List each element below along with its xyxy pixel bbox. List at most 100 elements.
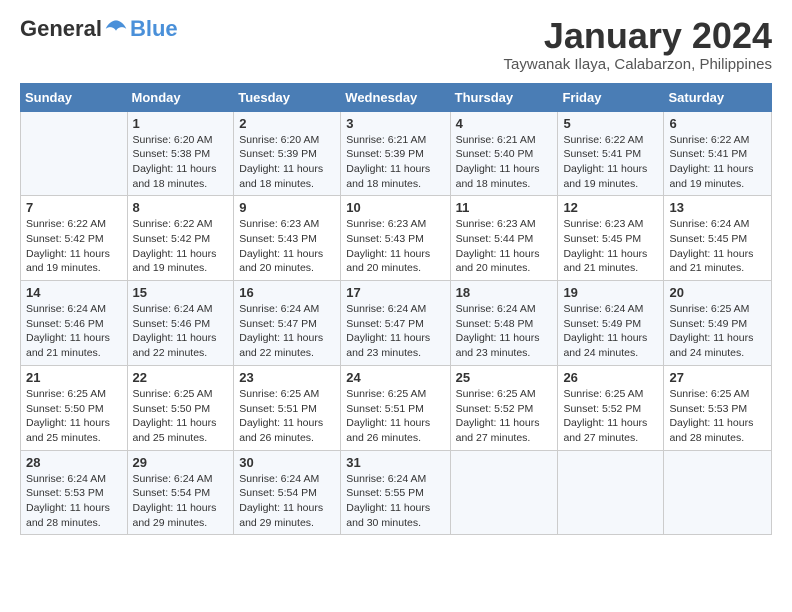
day-number: 20: [669, 285, 766, 300]
calendar-cell: 4Sunrise: 6:21 AMSunset: 5:40 PMDaylight…: [450, 111, 558, 196]
day-info: Sunrise: 6:24 AMSunset: 5:49 PMDaylight:…: [563, 302, 658, 361]
day-number: 26: [563, 370, 658, 385]
header-saturday: Saturday: [664, 83, 772, 111]
day-info: Sunrise: 6:24 AMSunset: 5:53 PMDaylight:…: [26, 472, 122, 531]
calendar-cell: 1 Sunrise: 6:20 AMSunset: 5:38 PMDaylight…: [127, 111, 234, 196]
calendar-cell: [558, 450, 664, 535]
calendar-cell: 11 Sunrise: 6:23 AMSunset: 5:44 PMDayligh…: [450, 196, 558, 281]
logo-blue: Blue: [130, 16, 178, 42]
header-tuesday: Tuesday: [234, 83, 341, 111]
calendar-cell: 26 Sunrise: 6:25 AMSunset: 5:52 PMDayligh…: [558, 365, 664, 450]
calendar-cell: 21 Sunrise: 6:25 AMSunset: 5:50 PMDayligh…: [21, 365, 128, 450]
day-number: 19: [563, 285, 658, 300]
day-info: Sunrise: 6:24 AMSunset: 5:46 PMDaylight:…: [26, 302, 122, 361]
calendar-cell: [450, 450, 558, 535]
day-info: Sunrise: 6:25 AMSunset: 5:50 PMDaylight:…: [133, 387, 229, 446]
day-info: Sunrise: 6:20 AMSunset: 5:39 PMDaylight:…: [239, 133, 335, 192]
calendar-cell: 27Sunrise: 6:25 AMSunset: 5:53 PMDayligh…: [664, 365, 772, 450]
day-number: 30: [239, 455, 335, 470]
day-number: 6: [669, 116, 766, 131]
day-number: 9: [239, 200, 335, 215]
header-sunday: Sunday: [21, 83, 128, 111]
calendar-cell: 25 Sunrise: 6:25 AMSunset: 5:52 PMDayligh…: [450, 365, 558, 450]
calendar-cell: 18 Sunrise: 6:24 AMSunset: 5:48 PMDayligh…: [450, 281, 558, 366]
day-info: Sunrise: 6:20 AMSunset: 5:38 PMDaylight:…: [133, 133, 229, 192]
day-number: 15: [133, 285, 229, 300]
day-info: Sunrise: 6:21 AMSunset: 5:39 PMDaylight:…: [346, 133, 444, 192]
calendar-cell: 24 Sunrise: 6:25 AMSunset: 5:51 PMDayligh…: [341, 365, 450, 450]
day-info: Sunrise: 6:23 AMSunset: 5:43 PMDaylight:…: [346, 217, 444, 276]
day-number: 25: [456, 370, 553, 385]
day-info: Sunrise: 6:24 AMSunset: 5:46 PMDaylight:…: [133, 302, 229, 361]
day-info: Sunrise: 6:25 AMSunset: 5:51 PMDaylight:…: [239, 387, 335, 446]
header-monday: Monday: [127, 83, 234, 111]
calendar-cell: 8 Sunrise: 6:22 AMSunset: 5:42 PMDaylight…: [127, 196, 234, 281]
day-number: 16: [239, 285, 335, 300]
calendar-cell: 28 Sunrise: 6:24 AMSunset: 5:53 PMDayligh…: [21, 450, 128, 535]
calendar-cell: [664, 450, 772, 535]
day-number: 10: [346, 200, 444, 215]
day-info: Sunrise: 6:24 AMSunset: 5:54 PMDaylight:…: [239, 472, 335, 531]
month-title: January 2024: [504, 16, 772, 56]
day-number: 31: [346, 455, 444, 470]
calendar-cell: 31 Sunrise: 6:24 AMSunset: 5:55 PMDayligh…: [341, 450, 450, 535]
day-number: 4: [456, 116, 553, 131]
day-number: 1: [133, 116, 229, 131]
day-info: Sunrise: 6:23 AMSunset: 5:43 PMDaylight:…: [239, 217, 335, 276]
day-number: 11: [456, 200, 553, 215]
day-info: Sunrise: 6:24 AMSunset: 5:48 PMDaylight:…: [456, 302, 553, 361]
day-info: Sunrise: 6:23 AMSunset: 5:44 PMDaylight:…: [456, 217, 553, 276]
title-area: January 2024 Taywanak Ilaya, Calabarzon,…: [504, 16, 772, 73]
logo-general: General: [20, 16, 102, 42]
day-number: 21: [26, 370, 122, 385]
day-number: 5: [563, 116, 658, 131]
day-number: 14: [26, 285, 122, 300]
calendar-table: SundayMondayTuesdayWednesdayThursdayFrid…: [20, 83, 772, 536]
week-row-2: 7 Sunrise: 6:22 AMSunset: 5:42 PMDaylight…: [21, 196, 772, 281]
calendar-cell: 15 Sunrise: 6:24 AMSunset: 5:46 PMDayligh…: [127, 281, 234, 366]
day-info: Sunrise: 6:25 AMSunset: 5:52 PMDaylight:…: [456, 387, 553, 446]
header-wednesday: Wednesday: [341, 83, 450, 111]
day-info: Sunrise: 6:23 AMSunset: 5:45 PMDaylight:…: [563, 217, 658, 276]
calendar-cell: 17 Sunrise: 6:24 AMSunset: 5:47 PMDayligh…: [341, 281, 450, 366]
calendar-cell: 23 Sunrise: 6:25 AMSunset: 5:51 PMDayligh…: [234, 365, 341, 450]
week-row-3: 14 Sunrise: 6:24 AMSunset: 5:46 PMDayligh…: [21, 281, 772, 366]
logo: General Blue: [20, 16, 178, 42]
day-number: 3: [346, 116, 444, 131]
logo-bird-icon: [104, 17, 128, 41]
day-info: Sunrise: 6:24 AMSunset: 5:47 PMDaylight:…: [239, 302, 335, 361]
day-number: 17: [346, 285, 444, 300]
calendar-cell: 30 Sunrise: 6:24 AMSunset: 5:54 PMDayligh…: [234, 450, 341, 535]
day-info: Sunrise: 6:24 AMSunset: 5:55 PMDaylight:…: [346, 472, 444, 531]
week-row-4: 21 Sunrise: 6:25 AMSunset: 5:50 PMDayligh…: [21, 365, 772, 450]
calendar-cell: 14 Sunrise: 6:24 AMSunset: 5:46 PMDayligh…: [21, 281, 128, 366]
day-info: Sunrise: 6:22 AMSunset: 5:41 PMDaylight:…: [669, 133, 766, 192]
calendar-cell: 22Sunrise: 6:25 AMSunset: 5:50 PMDayligh…: [127, 365, 234, 450]
calendar-cell: 10 Sunrise: 6:23 AMSunset: 5:43 PMDayligh…: [341, 196, 450, 281]
calendar-cell: 16 Sunrise: 6:24 AMSunset: 5:47 PMDayligh…: [234, 281, 341, 366]
day-info: Sunrise: 6:25 AMSunset: 5:53 PMDaylight:…: [669, 387, 766, 446]
calendar-cell: 7Sunrise: 6:22 AMSunset: 5:42 PMDaylight…: [21, 196, 128, 281]
day-info: Sunrise: 6:22 AMSunset: 5:41 PMDaylight:…: [563, 133, 658, 192]
day-info: Sunrise: 6:25 AMSunset: 5:52 PMDaylight:…: [563, 387, 658, 446]
day-number: 24: [346, 370, 444, 385]
day-number: 18: [456, 285, 553, 300]
day-number: 8: [133, 200, 229, 215]
calendar-cell: 19 Sunrise: 6:24 AMSunset: 5:49 PMDayligh…: [558, 281, 664, 366]
day-info: Sunrise: 6:25 AMSunset: 5:51 PMDaylight:…: [346, 387, 444, 446]
day-info: Sunrise: 6:22 AMSunset: 5:42 PMDaylight:…: [133, 217, 229, 276]
day-info: Sunrise: 6:24 AMSunset: 5:45 PMDaylight:…: [669, 217, 766, 276]
day-info: Sunrise: 6:25 AMSunset: 5:50 PMDaylight:…: [26, 387, 122, 446]
calendar-cell: 6 Sunrise: 6:22 AMSunset: 5:41 PMDaylight…: [664, 111, 772, 196]
day-number: 7: [26, 200, 122, 215]
day-number: 23: [239, 370, 335, 385]
week-row-5: 28 Sunrise: 6:24 AMSunset: 5:53 PMDayligh…: [21, 450, 772, 535]
day-info: Sunrise: 6:24 AMSunset: 5:47 PMDaylight:…: [346, 302, 444, 361]
day-number: 29: [133, 455, 229, 470]
day-number: 12: [563, 200, 658, 215]
calendar-cell: 12 Sunrise: 6:23 AMSunset: 5:45 PMDayligh…: [558, 196, 664, 281]
calendar-cell: 5 Sunrise: 6:22 AMSunset: 5:41 PMDaylight…: [558, 111, 664, 196]
day-number: 28: [26, 455, 122, 470]
calendar-cell: 3 Sunrise: 6:21 AMSunset: 5:39 PMDaylight…: [341, 111, 450, 196]
day-number: 2: [239, 116, 335, 131]
